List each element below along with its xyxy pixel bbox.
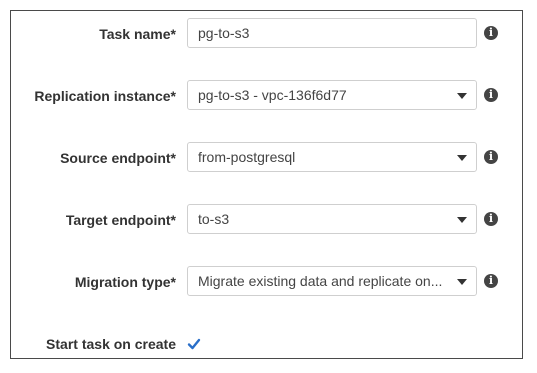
replication-instance-select[interactable]: pg-to-s3 - vpc-136f6d77 (187, 80, 477, 110)
target-endpoint-select[interactable]: to-s3 (187, 204, 477, 234)
source-endpoint-label: Source endpoint* (60, 150, 176, 166)
chevron-down-icon (457, 93, 467, 99)
chevron-down-icon (457, 217, 467, 223)
chevron-down-icon (457, 155, 467, 161)
source-endpoint-select[interactable]: from-postgresql (187, 142, 477, 172)
task-name-input[interactable]: pg-to-s3 (187, 18, 477, 48)
info-icon[interactable]: i (484, 88, 498, 102)
start-task-label: Start task on create (46, 336, 176, 352)
replication-instance-row: Replication instance* pg-to-s3 - vpc-136… (11, 80, 522, 112)
task-name-row: Task name* pg-to-s3 i (11, 18, 522, 50)
target-endpoint-label: Target endpoint* (65, 212, 176, 228)
replication-instance-label: Replication instance* (34, 88, 176, 104)
source-endpoint-row: Source endpoint* from-postgresql i (11, 142, 522, 174)
info-icon[interactable]: i (484, 274, 498, 288)
migration-type-row: Migration type* Migrate existing data an… (11, 266, 522, 298)
info-icon[interactable]: i (484, 212, 498, 226)
start-task-checkbox[interactable] (187, 337, 201, 351)
task-name-label: Task name* (99, 26, 176, 42)
info-icon[interactable]: i (484, 26, 498, 40)
chevron-down-icon (457, 279, 467, 285)
info-icon[interactable]: i (484, 150, 498, 164)
start-task-row: Start task on create (11, 328, 522, 360)
migration-type-label: Migration type* (74, 274, 176, 290)
create-task-form: Task name* pg-to-s3 i Replication instan… (10, 10, 523, 359)
target-endpoint-row: Target endpoint* to-s3 i (11, 204, 522, 236)
check-icon (187, 338, 201, 350)
migration-type-select[interactable]: Migrate existing data and replicate on..… (187, 266, 477, 296)
